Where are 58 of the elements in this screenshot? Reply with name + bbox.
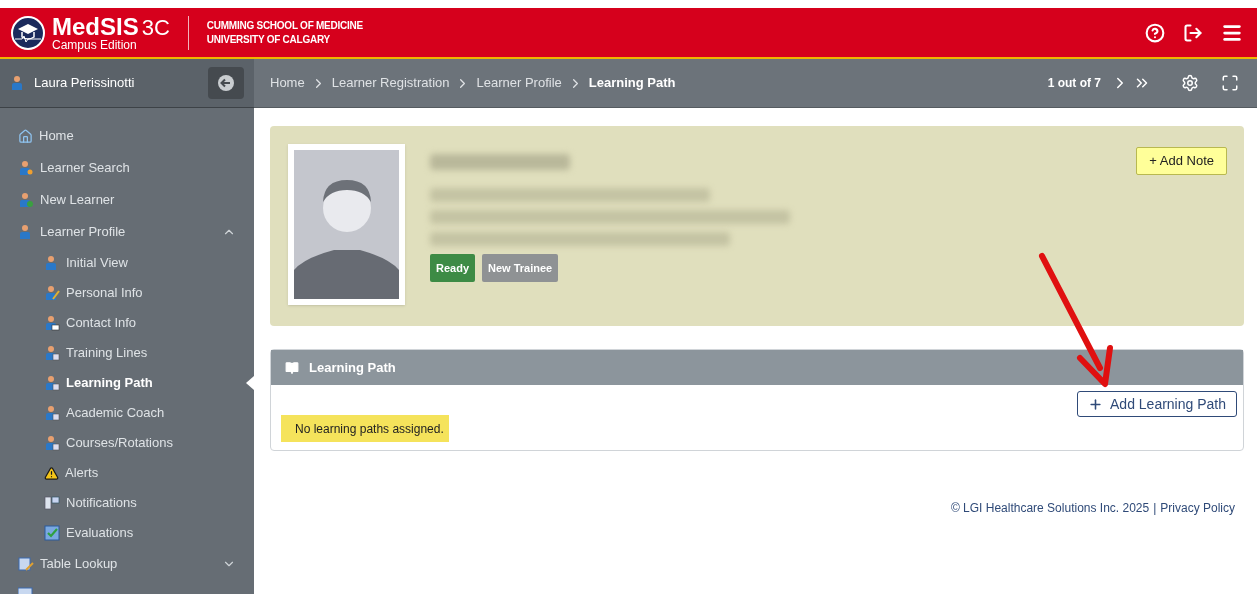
sidebar-item[interactable]: New Learner — [0, 184, 254, 216]
import-icon — [18, 586, 34, 594]
person-icon — [18, 160, 34, 176]
school-name: CUMMING SCHOOL OF MEDICINE — [206, 18, 363, 33]
panel-title: Learning Path — [309, 358, 396, 377]
privacy-policy-link[interactable]: Privacy Policy — [1160, 499, 1235, 517]
record-counter: 1 out of 7 — [1047, 75, 1101, 92]
logo-version: 3C — [141, 16, 170, 39]
status-tag: New Trainee — [482, 254, 559, 282]
sidebar-item[interactable]: Learner Profile — [0, 216, 254, 248]
breadcrumb-link[interactable]: Learning Path — [588, 73, 676, 93]
sidebar-subitem[interactable]: Personal Info — [0, 278, 254, 308]
sidebar-subitem[interactable]: Evaluations — [0, 518, 254, 548]
breadcrumb-link[interactable]: Home — [270, 73, 305, 93]
logo-subtitle: Campus Edition — [52, 38, 138, 51]
settings-icon[interactable] — [1181, 74, 1199, 92]
person-icon — [44, 315, 60, 331]
home-icon — [18, 128, 33, 144]
message-board-icon — [44, 495, 60, 511]
add-note-button[interactable]: + Add Note — [1136, 147, 1227, 175]
selection-pointer-icon — [246, 376, 254, 390]
logo-title: MedSIS — [52, 14, 139, 39]
person-icon — [44, 375, 60, 391]
add-learning-path-button[interactable]: Add Learning Path — [1077, 391, 1237, 417]
document-edit-icon — [18, 556, 34, 572]
collapse-sidebar-button[interactable] — [208, 67, 244, 99]
sidebar-item[interactable]: Home — [0, 120, 254, 152]
empty-message: No learning paths assigned. — [281, 415, 449, 442]
logout-icon[interactable] — [1183, 22, 1203, 43]
sidebar-subitem[interactable]: Academic Coach — [0, 398, 254, 428]
sidebar-subitem[interactable]: Courses/Rotations — [0, 428, 254, 458]
graduation-cap-logo-icon — [10, 14, 46, 51]
sidebar-subitem[interactable]: Notifications — [0, 488, 254, 518]
plus-icon — [1088, 396, 1103, 412]
breadcrumb-link[interactable]: Learner Registration — [331, 73, 450, 93]
sidebar-subitem[interactable]: Learning Path — [0, 368, 254, 398]
user-name: Laura Perissinotti — [34, 74, 136, 93]
sidebar-subitem[interactable]: Initial View — [0, 248, 254, 278]
fullscreen-icon[interactable] — [1221, 74, 1239, 92]
person-icon — [44, 285, 60, 301]
breadcrumb-link[interactable]: Learner Profile — [476, 73, 562, 93]
university-name: UNIVERSITY OF CALGARY — [206, 32, 331, 47]
checked-form-icon — [44, 525, 60, 541]
status-tag: Ready — [430, 254, 476, 282]
help-icon[interactable] — [1145, 22, 1165, 43]
person-icon — [44, 405, 60, 421]
sidebar-item[interactable]: Learner Search — [0, 152, 254, 184]
sidebar-subitem[interactable]: Contact Info — [0, 308, 254, 338]
footer-separator: | — [1153, 500, 1157, 517]
person-icon — [44, 345, 60, 361]
sidebar-subitem[interactable]: Alerts — [0, 458, 254, 488]
person-icon — [18, 192, 34, 208]
sidebar-item[interactable]: Table Lookup — [0, 548, 254, 580]
book-icon — [285, 360, 299, 375]
sidebar-subitem[interactable]: Training Lines — [0, 338, 254, 368]
copyright-text: © LGI Healthcare Solutions Inc. 2025 — [950, 500, 1150, 517]
warning-icon — [44, 465, 59, 481]
person-icon — [44, 435, 60, 451]
